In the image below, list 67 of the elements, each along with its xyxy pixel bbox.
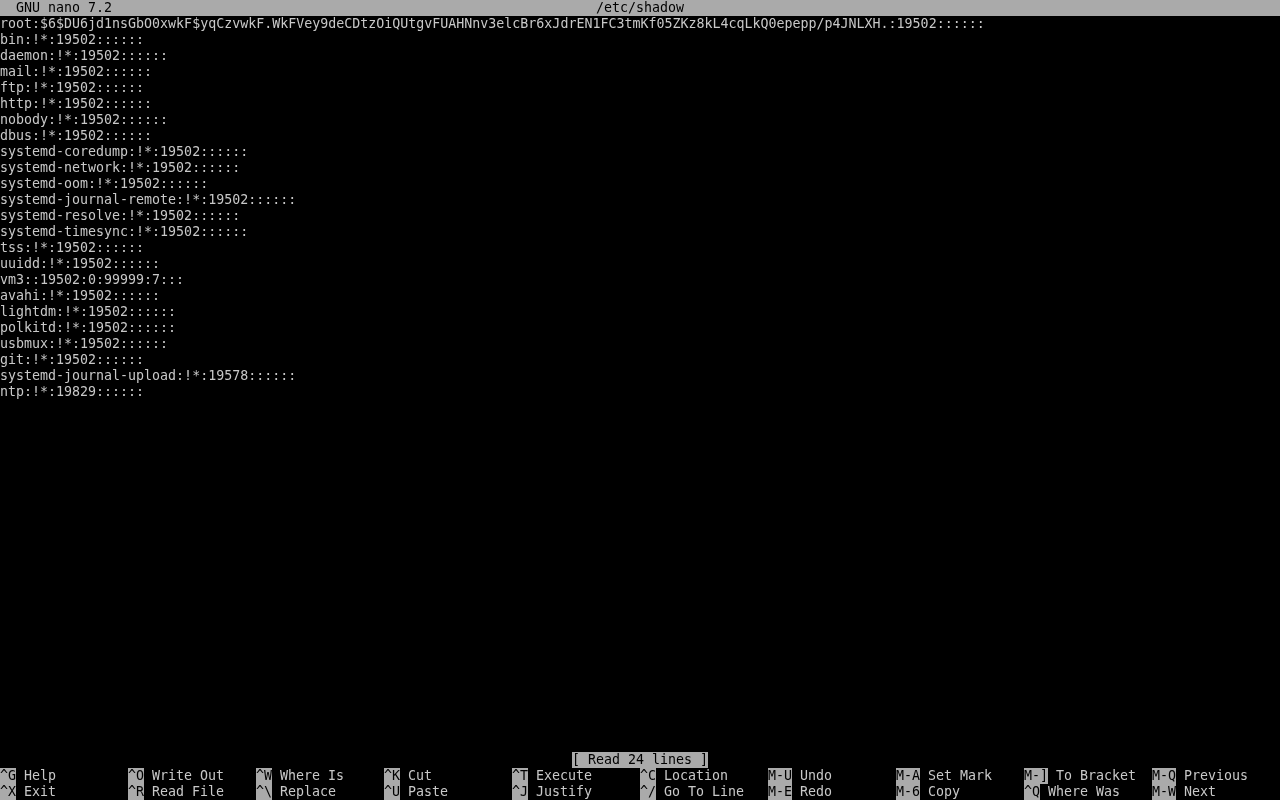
shortcut-key: ^\ bbox=[256, 784, 272, 800]
shortcut-label: Justify bbox=[536, 784, 593, 800]
shortcut-label: Where Was bbox=[1048, 784, 1121, 800]
shortcut-key: M-A bbox=[896, 768, 921, 784]
file-line: http:!*:19502:::::: bbox=[0, 96, 153, 112]
file-line: systemd-oom:!*:19502:::::: bbox=[0, 176, 209, 192]
shortcut-label: Previous bbox=[1184, 768, 1249, 784]
shortcut-key: ^U bbox=[384, 784, 400, 800]
shortcut-key: ^/ bbox=[640, 784, 656, 800]
shortcut-label: Location bbox=[664, 768, 729, 784]
file-line: ftp:!*:19502:::::: bbox=[0, 80, 145, 96]
shortcut-key: ^Q bbox=[1024, 784, 1040, 800]
file-line: systemd-timesync:!*:19502:::::: bbox=[0, 224, 249, 240]
shortcut-label: Go To Line bbox=[664, 784, 745, 800]
shortcut-label: Copy bbox=[928, 784, 961, 800]
shortcut-key: M-W bbox=[1152, 784, 1177, 800]
shortcut-label: Redo bbox=[800, 784, 833, 800]
file-line: lightdm:!*:19502:::::: bbox=[0, 304, 177, 320]
file-line: ntp:!*:19829:::::: bbox=[0, 384, 145, 400]
file-line: systemd-resolve:!*:19502:::::: bbox=[0, 208, 241, 224]
shortcut-key: ^K bbox=[384, 768, 400, 784]
shortcut-label: Exit bbox=[24, 784, 57, 800]
shortcut-key: M-U bbox=[768, 768, 793, 784]
shortcut-key: ^O bbox=[128, 768, 144, 784]
file-line: root:$6$DU6jd1nsGbO0xwkF$yqCzvwkF.WkFVey9deCDtzOiQUtgvFUAHNnv3elcBr6xJdrEN1FC3tmKf05ZKz8kL4cqLkQ0epepp/p4JNLXH.:19502:::::: bbox=[0, 16, 985, 32]
shortcut-key: M-] bbox=[1024, 768, 1049, 784]
file-line: dbus:!*:19502:::::: bbox=[0, 128, 153, 144]
app-version: GNU nano 7.2 bbox=[15, 0, 113, 16]
file-line: vm3::19502:0:99999:7::: bbox=[0, 272, 185, 288]
shortcut-label: Read File bbox=[152, 784, 225, 800]
shortcut-key: ^R bbox=[128, 784, 144, 800]
shortcut-key: ^J bbox=[512, 784, 528, 800]
shortcut-key: ^T bbox=[512, 768, 528, 784]
file-line: daemon:!*:19502:::::: bbox=[0, 48, 169, 64]
file-line: mail:!*:19502:::::: bbox=[0, 64, 153, 80]
file-line: systemd-coredump:!*:19502:::::: bbox=[0, 144, 249, 160]
shortcut-key: M-E bbox=[768, 784, 793, 800]
shortcut-key: ^W bbox=[256, 768, 272, 784]
shortcut-label: Paste bbox=[408, 784, 449, 800]
shortcut-label: Cut bbox=[408, 768, 433, 784]
shortcut-key: ^C bbox=[640, 768, 656, 784]
shortcut-label: Where Is bbox=[280, 768, 345, 784]
file-line: bin:!*:19502:::::: bbox=[0, 32, 145, 48]
shortcut-label: Help bbox=[24, 768, 57, 784]
file-line: tss:!*:19502:::::: bbox=[0, 240, 145, 256]
shortcut-key: M-6 bbox=[896, 784, 921, 800]
shortcut-label: Next bbox=[1184, 784, 1217, 800]
shortcut-label: Execute bbox=[536, 768, 593, 784]
shortcut-label: Replace bbox=[280, 784, 337, 800]
file-line: systemd-journal-upload:!*:19578:::::: bbox=[0, 368, 297, 384]
file-line: nobody:!*:19502:::::: bbox=[0, 112, 169, 128]
shortcut-label: Write Out bbox=[152, 768, 225, 784]
file-line: polkitd:!*:19502:::::: bbox=[0, 320, 177, 336]
status-message: [ Read 24 lines ] bbox=[571, 752, 709, 768]
file-name: /etc/shadow bbox=[595, 0, 685, 16]
shortcut-label: To Bracket bbox=[1056, 768, 1137, 784]
shortcut-label: Set Mark bbox=[928, 768, 993, 784]
file-line: systemd-journal-remote:!*:19502:::::: bbox=[0, 192, 297, 208]
shortcut-key: ^X bbox=[0, 784, 16, 800]
file-line: git:!*:19502:::::: bbox=[0, 352, 145, 368]
file-line: uuidd:!*:19502:::::: bbox=[0, 256, 161, 272]
file-line: systemd-network:!*:19502:::::: bbox=[0, 160, 241, 176]
file-line: avahi:!*:19502:::::: bbox=[0, 288, 161, 304]
shortcut-key: ^G bbox=[0, 768, 16, 784]
file-line: usbmux:!*:19502:::::: bbox=[0, 336, 169, 352]
shortcut-key: M-Q bbox=[1152, 768, 1177, 784]
shortcut-label: Undo bbox=[800, 768, 833, 784]
